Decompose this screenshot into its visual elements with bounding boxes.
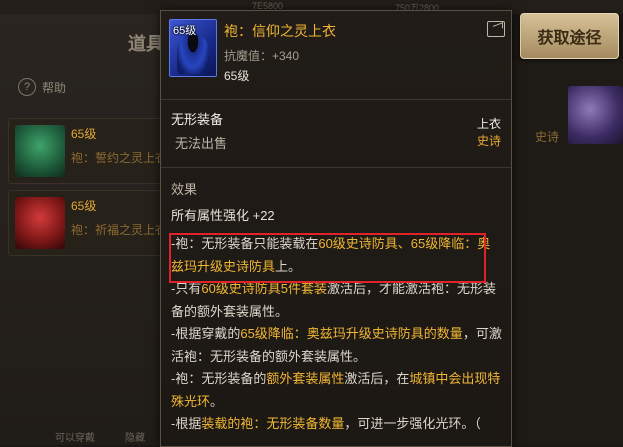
sell-status: 无法出售 [175,136,228,151]
item-icon-level: 65级 [173,25,197,37]
epic-tag: 史诗 [535,130,560,144]
highlighted-text: 额外套装属性 [266,371,345,386]
description-text: 激活后，在 [344,371,410,386]
description-text: 。 [210,393,224,409]
effect-title: 效果 [171,182,198,197]
highlighted-text: 装载的袍：无形装备数量 [201,416,345,431]
cloak-thumbnail-icon [15,125,65,177]
wearable-filter[interactable]: 可以穿戴 [55,429,95,444]
character-portrait-icon [568,86,623,144]
help-label: 帮助 [42,80,67,95]
row-name: 袍：誓约之灵上衣 [71,151,168,165]
description-line: -袍：无形装备的额外套装属性激活后，在城镇中会出现特殊光环。 [171,368,503,413]
item-type: 无形装备 [171,112,224,127]
inventory-row[interactable]: 65级 袍：誓约之灵上衣 [8,118,168,184]
hooded-cloak-icon [177,34,209,74]
description-text: -根据 [171,416,202,431]
divider [161,99,511,100]
description-text: -只有 [171,281,202,296]
item-slot: 上衣 [476,117,501,131]
description-text: -根据穿戴的 [171,326,241,341]
share-icon[interactable] [487,21,505,37]
row-level: 65级 [71,127,97,141]
all-attribute-bonus: 所有属性强化 +22 [171,208,275,223]
item-level: 65级 [224,69,250,83]
description-line: -根据穿戴的65级降临：奥兹玛升级史诗防具的数量，可激活袍：无形装备的额外套装属… [171,323,503,368]
item-tooltip: 65级 袍：信仰之灵上衣 抗魔值：+340 65级 无形装备 无法出售 上衣 史… [160,10,512,447]
description-text: ，可进一步强化光环。（ [344,416,481,431]
item-rarity: 史诗 [476,134,501,148]
item-name: 袍：信仰之灵上衣 [224,23,336,39]
row-level: 65级 [71,199,97,213]
item-stat: 抗魔值：+340 [224,49,300,63]
divider [161,167,511,168]
description-line: -根据装载的袍：无形装备数量，可进一步强化光环。（ [171,413,503,436]
description-line: -只有60级史诗防具5件套装激活后，才能激活袍：无形装备的额外套装属性。 [171,278,503,323]
inventory-row[interactable]: 65级 袍：祈福之灵上衣 [8,190,168,256]
inventory-title: 道具 [128,34,164,54]
cloak-thumbnail-icon [15,197,65,249]
highlighted-text: 60级史诗防具5件套装 [201,281,328,296]
description-text: -袍：无形装备的 [171,371,267,386]
highlight-box [169,233,486,283]
question-icon: ? [18,78,36,96]
highlighted-text: 65级降临：奥兹玛升级史诗防具的数量 [240,326,463,341]
help-button[interactable]: ? 帮助 [18,78,66,96]
row-name: 袍：祈福之灵上衣 [71,223,168,237]
item-icon: 65级 [169,19,217,77]
hide-filter[interactable]: 隐藏 [125,429,145,444]
get-source-button[interactable]: 获取途径 [520,13,619,59]
